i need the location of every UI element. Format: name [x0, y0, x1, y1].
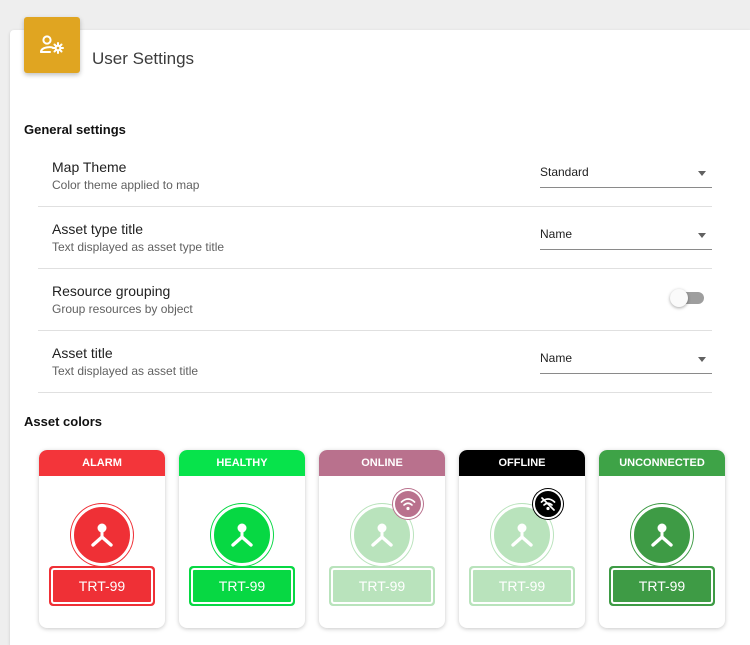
header-icon-box	[24, 17, 80, 73]
asset-label: TRT-99	[331, 568, 433, 604]
asset-status-header: ALARM	[39, 450, 165, 476]
user-settings-icon	[40, 35, 64, 54]
asset-status-header: OFFLINE	[459, 450, 585, 476]
asset-label-box: TRT-99	[189, 566, 295, 606]
page-title: User Settings	[92, 49, 195, 68]
asset-status-header: ONLINE	[319, 450, 445, 476]
online-badge	[393, 489, 423, 519]
asset-card-offline[interactable]: OFFLINE TRT-99	[459, 450, 585, 628]
select-value: Standard	[540, 165, 589, 179]
hub-network-icon	[511, 523, 533, 547]
asset-label: TRT-99	[51, 568, 153, 604]
setting-row-map-theme: Map Theme Color theme applied to map Sta…	[38, 145, 712, 207]
asset-title-select[interactable]: Name	[540, 348, 712, 374]
asset-colors-title: Asset colors	[24, 414, 103, 429]
asset-marker	[71, 504, 133, 566]
wifi-off-icon	[540, 497, 556, 511]
setting-description: Color theme applied to map	[52, 178, 200, 192]
asset-label: TRT-99	[471, 568, 573, 604]
asset-status-header: UNCONNECTED	[599, 450, 725, 476]
setting-name: Resource grouping	[52, 283, 171, 299]
asset-marker-fill	[216, 509, 268, 561]
setting-row-resource-grouping: Resource grouping Group resources by obj…	[38, 269, 712, 331]
asset-label-box: TRT-99	[469, 566, 575, 606]
select-value: Name	[540, 351, 573, 365]
asset-marker-fill	[636, 509, 688, 561]
general-settings-title: General settings	[24, 122, 126, 137]
hub-network-icon	[651, 523, 673, 547]
asset-marker-fill	[76, 509, 128, 561]
hub-network-icon	[91, 523, 113, 547]
resource-grouping-toggle[interactable]	[670, 289, 704, 307]
setting-description: Text displayed as asset type title	[52, 240, 225, 254]
asset-status-header: HEALTHY	[179, 450, 305, 476]
setting-description: Text displayed as asset title	[52, 364, 199, 378]
setting-name: Map Theme	[52, 159, 127, 175]
setting-name: Asset title	[52, 345, 113, 361]
asset-marker	[631, 504, 693, 566]
asset-card-unconnected[interactable]: UNCONNECTED TRT-99	[599, 450, 725, 628]
asset-card-online[interactable]: ONLINE TRT-99	[319, 450, 445, 628]
asset-label: TRT-99	[611, 568, 713, 604]
select-value: Name	[540, 227, 573, 241]
asset-label-box: TRT-99	[49, 566, 155, 606]
asset-label-box: TRT-99	[329, 566, 435, 606]
asset-label-box: TRT-99	[609, 566, 715, 606]
toggle-knob	[670, 289, 688, 307]
asset-label: TRT-99	[191, 568, 293, 604]
offline-badge	[533, 489, 563, 519]
hub-network-icon	[371, 523, 393, 547]
chevron-down-icon	[698, 171, 706, 176]
chevron-down-icon	[698, 357, 706, 362]
setting-description: Group resources by object	[52, 302, 193, 316]
asset-card-alarm[interactable]: ALARM TRT-99	[39, 450, 165, 628]
setting-row-asset-title: Asset title Text displayed as asset titl…	[38, 331, 712, 393]
hub-network-icon	[231, 523, 253, 547]
asset-card-healthy[interactable]: HEALTHY TRT-99	[179, 450, 305, 628]
chevron-down-icon	[698, 233, 706, 238]
map-theme-select[interactable]: Standard	[540, 162, 712, 188]
asset-type-title-select[interactable]: Name	[540, 224, 712, 250]
setting-row-asset-type-title: Asset type title Text displayed as asset…	[38, 207, 712, 269]
asset-marker	[211, 504, 273, 566]
setting-name: Asset type title	[52, 221, 144, 237]
wifi-icon	[400, 498, 416, 511]
